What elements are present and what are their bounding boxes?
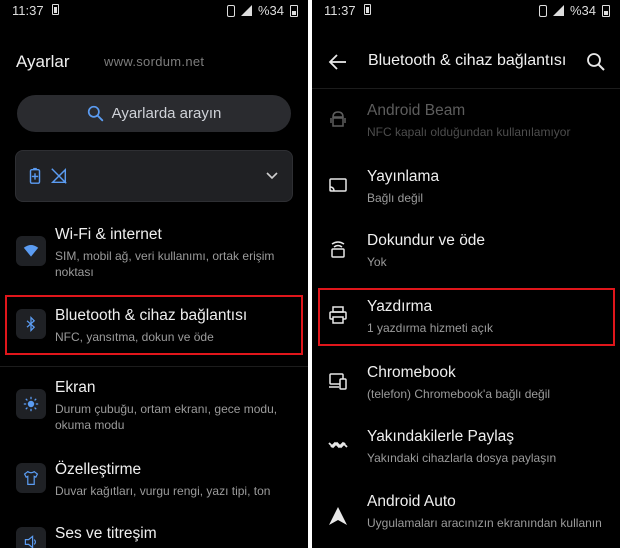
- search-icon: [87, 105, 103, 122]
- item-subtitle: Yok: [367, 255, 387, 269]
- android-auto-icon: [327, 505, 349, 527]
- battery-icon: [602, 4, 610, 17]
- settings-item-customization[interactable]: Özelleştirme Duvar kağıtları, vurgu reng…: [0, 461, 308, 501]
- item-subtitle: SIM, mobil ağ, veri kullanımı, ortak eri…: [55, 249, 275, 279]
- charging-icon: [52, 4, 59, 15]
- item-subtitle: Durum çubuğu, ortam ekranı, gece modu, o…: [55, 402, 278, 432]
- settings-item-display[interactable]: Ekran Durum çubuğu, ortam ekranı, gece m…: [0, 379, 308, 435]
- battery-icon: [290, 4, 298, 17]
- charging-icon: [364, 4, 371, 15]
- bluetooth-settings-screen: 11:37 %34 Bluetooth & cihaz bağlantısı A…: [312, 0, 620, 548]
- item-subtitle: Yakındaki cihazlarla dosya paylaşın: [367, 451, 557, 465]
- status-bar: 11:37 %34: [0, 0, 308, 22]
- nearby-share-icon: [327, 434, 349, 456]
- status-time: 11:37: [12, 3, 44, 18]
- item-title: Ekran: [55, 379, 96, 396]
- item-title: Wi-Fi & internet: [55, 226, 162, 243]
- item-title: Özelleştirme: [55, 461, 142, 478]
- item-title: Ses ve titreşim: [55, 525, 157, 542]
- battery-percent: %34: [569, 3, 596, 18]
- chevron-down-icon[interactable]: [264, 167, 280, 188]
- wifi-icon: [16, 236, 46, 266]
- signal-icon: [240, 5, 252, 16]
- settings-search-bar[interactable]: Ayarlarda arayın: [17, 95, 291, 132]
- item-android-auto[interactable]: Android Auto Uygulamaları aracınızın ekr…: [312, 493, 620, 548]
- highlight-box: [318, 288, 615, 346]
- search-icon[interactable]: [586, 52, 606, 77]
- signal-icon: [552, 5, 564, 16]
- item-nearby-share[interactable]: Yakındakilerle Paylaş Yakındaki cihazlar…: [312, 428, 620, 468]
- settings-screen: 11:37 %34 Ayarlar www.sordum.net Ayarlar…: [0, 0, 308, 548]
- divider: [312, 88, 620, 89]
- item-title: Android Auto: [367, 493, 456, 510]
- status-time: 11:37: [324, 3, 356, 18]
- tshirt-icon: [16, 463, 46, 493]
- item-subtitle: NFC kapalı olduğundan kullanılamıyor: [367, 125, 571, 139]
- contactless-pay-icon: [327, 238, 349, 260]
- item-subtitle: (telefon) Chromebook'a bağlı değil: [367, 387, 551, 401]
- item-title: Yakındakilerle Paylaş: [367, 428, 515, 445]
- item-chromebook[interactable]: Chromebook (telefon) Chromebook'a bağlı …: [312, 364, 620, 404]
- back-arrow-icon[interactable]: [328, 52, 348, 77]
- item-title: Dokundur ve öde: [367, 232, 486, 249]
- item-android-beam: Android Beam NFC kapalı olduğundan kulla…: [312, 102, 620, 142]
- divider: [0, 366, 308, 367]
- quick-suggestions-card[interactable]: [15, 150, 293, 202]
- speaker-icon: [16, 527, 46, 548]
- highlight-box: [5, 295, 303, 355]
- battery-saver-icon: [26, 167, 44, 190]
- page-title: Bluetooth & cihaz bağlantısı: [368, 52, 567, 69]
- item-title: Yayınlama: [367, 168, 440, 185]
- settings-item-sound[interactable]: Ses ve titreşim: [0, 525, 308, 548]
- page-title: Ayarlar: [16, 52, 70, 71]
- vibrate-icon: [226, 4, 235, 17]
- status-bar: 11:37 %34: [312, 0, 620, 22]
- item-title: Chromebook: [367, 364, 456, 381]
- item-subtitle: Bağlı değil: [367, 191, 424, 205]
- item-tap-and-pay[interactable]: Dokundur ve öde Yok: [312, 232, 620, 272]
- item-cast[interactable]: Yayınlama Bağlı değil: [312, 168, 620, 208]
- search-placeholder: Ayarlarda arayın: [111, 105, 222, 122]
- no-sim-icon: [50, 167, 68, 190]
- battery-percent: %34: [257, 3, 284, 18]
- cast-icon: [327, 174, 349, 196]
- item-subtitle: Uygulamaları aracınızın ekranından kulla…: [367, 516, 602, 530]
- vibrate-icon: [538, 4, 547, 17]
- laptop-phone-icon: [327, 370, 349, 392]
- item-title: Android Beam: [367, 102, 466, 119]
- android-icon: [327, 108, 349, 130]
- item-subtitle: Duvar kağıtları, vurgu rengi, yazı tipi,…: [55, 484, 271, 498]
- settings-item-wifi[interactable]: Wi-Fi & internet SIM, mobil ağ, veri kul…: [0, 226, 308, 282]
- brightness-icon: [16, 389, 46, 419]
- watermark: www.sordum.net: [104, 54, 205, 69]
